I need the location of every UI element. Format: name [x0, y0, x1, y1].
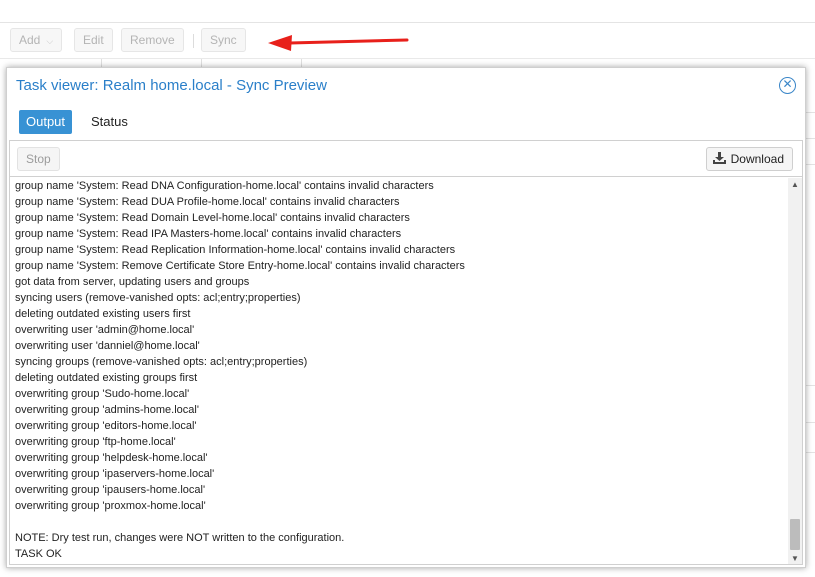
- dialog-title: Task viewer: Realm home.local - Sync Pre…: [16, 77, 327, 94]
- dialog-tab-bar: Output Status: [7, 108, 805, 135]
- log-line: overwriting group 'ipaservers-home.local…: [15, 468, 215, 480]
- tab-status[interactable]: Status: [84, 110, 135, 134]
- log-line: overwriting group 'Sudo-home.local': [15, 388, 190, 400]
- log-line: overwriting group 'proxmox-home.local': [15, 500, 206, 512]
- edit-button[interactable]: Edit: [74, 28, 113, 52]
- dialog-header: Task viewer: Realm home.local - Sync Pre…: [7, 68, 805, 102]
- log-scrollbar[interactable]: ▲ ▼: [788, 178, 802, 564]
- log-line: syncing users (remove-vanished opts: acl…: [15, 292, 301, 304]
- log-line: overwriting user 'admin@home.local': [15, 324, 195, 336]
- log-line: deleting outdated existing users first: [15, 308, 191, 320]
- download-label: Download: [730, 152, 784, 166]
- log-line: TASK OK: [15, 548, 62, 560]
- log-line: group name 'System: Read Domain Level-ho…: [15, 212, 410, 224]
- close-icon[interactable]: ✕: [779, 77, 796, 94]
- app-top-bar: [0, 0, 815, 23]
- log-line: NOTE: Dry test run, changes were NOT wri…: [15, 532, 345, 544]
- scroll-up-icon[interactable]: ▲: [791, 180, 799, 189]
- add-button[interactable]: Add ⌵: [10, 28, 63, 52]
- log-line: overwriting group 'admins-home.local': [15, 404, 199, 416]
- tab-output[interactable]: Output: [19, 110, 73, 134]
- log-line: overwriting group 'editors-home.local': [15, 420, 197, 432]
- log-line: group name 'System: Read DNA Configurati…: [15, 180, 434, 192]
- download-icon: [712, 152, 726, 165]
- add-button-label: Add: [19, 33, 41, 47]
- red-arrow-pointer-icon: [268, 35, 409, 51]
- scrollbar-thumb[interactable]: [790, 519, 800, 550]
- output-toolbar: Stop Download: [10, 141, 802, 177]
- log-line: group name 'System: Read IPA Masters-hom…: [15, 228, 402, 240]
- log-line: group name 'System: Read DUA Profile-hom…: [15, 196, 400, 208]
- toolbar-separator: [193, 34, 194, 48]
- log-line: overwriting group 'ipausers-home.local': [15, 484, 206, 496]
- remove-button[interactable]: Remove: [121, 28, 184, 52]
- log-line: overwriting user 'danniel@home.local': [15, 340, 200, 352]
- log-line: overwriting group 'helpdesk-home.local': [15, 452, 208, 464]
- log-line: got data from server, updating users and…: [15, 276, 250, 288]
- task-log-output: group name 'System: Read DNA Configurati…: [10, 178, 788, 564]
- log-line: deleting outdated existing groups first: [15, 372, 198, 384]
- log-line: group name 'System: Read Replication Inf…: [15, 244, 456, 256]
- output-panel: Stop Download group name 'System: Read D…: [9, 140, 803, 565]
- log-line: group name 'System: Remove Certificate S…: [15, 260, 465, 272]
- stop-button[interactable]: Stop: [17, 147, 60, 171]
- scroll-down-icon[interactable]: ▼: [791, 554, 799, 563]
- log-line: overwriting group 'ftp-home.local': [15, 436, 176, 448]
- log-line: syncing groups (remove-vanished opts: ac…: [15, 356, 308, 368]
- chevron-down-icon: ⌵: [46, 36, 54, 46]
- download-button[interactable]: Download: [705, 147, 793, 171]
- task-viewer-dialog: Task viewer: Realm home.local - Sync Pre…: [6, 67, 806, 568]
- sync-button[interactable]: Sync: [201, 28, 246, 52]
